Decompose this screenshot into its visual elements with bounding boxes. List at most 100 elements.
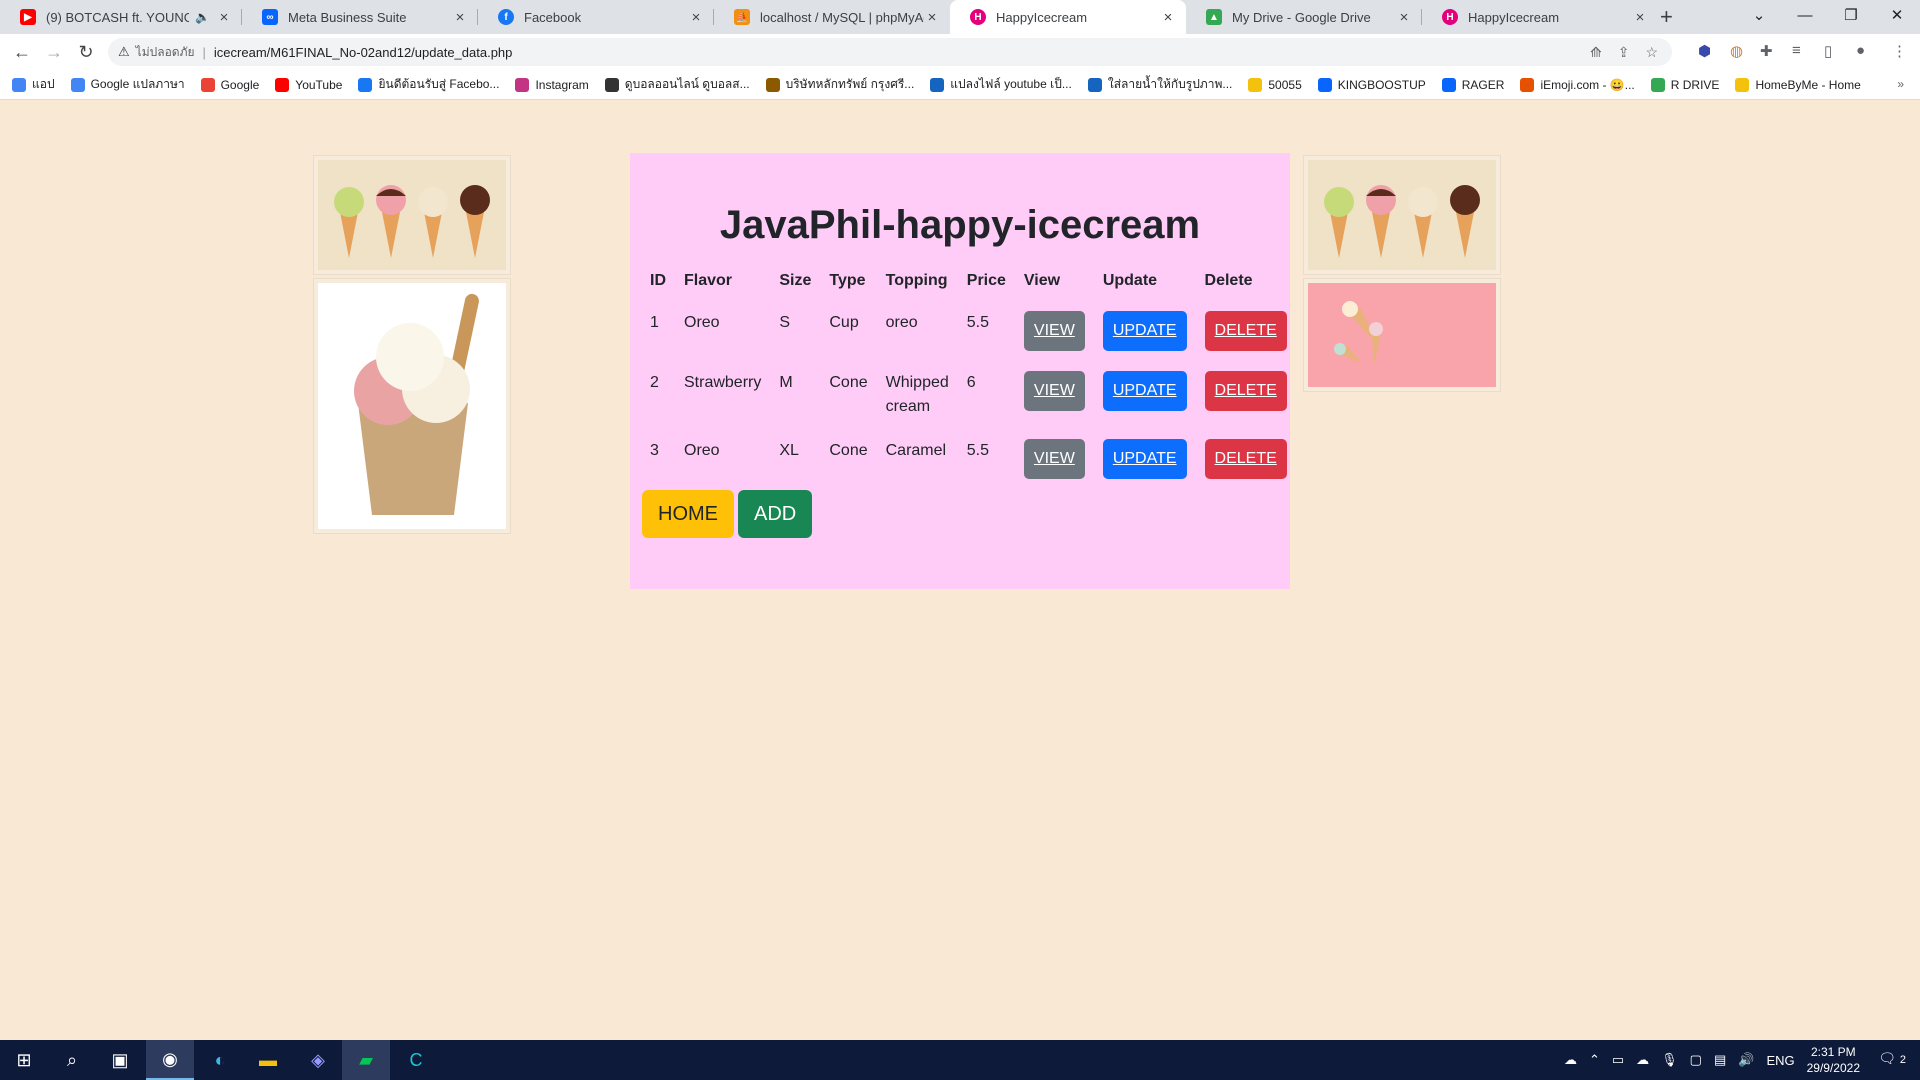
cell-view: VIEW xyxy=(1014,429,1093,489)
line-icon[interactable]: ▰ xyxy=(342,1040,390,1080)
restore-button[interactable]: ❐ xyxy=(1828,0,1874,30)
delete-button[interactable]: DELETE xyxy=(1204,439,1287,479)
close-window-button[interactable]: ✕ xyxy=(1874,0,1920,30)
chevron-up-icon[interactable]: ⌃ xyxy=(1589,1052,1600,1068)
file-explorer-icon[interactable]: ▬ xyxy=(244,1040,292,1080)
windows-start-icon[interactable]: ⊞ xyxy=(0,1040,48,1080)
network-icon[interactable]: ▤ xyxy=(1714,1052,1726,1068)
tab-google-drive[interactable]: ▲ My Drive - Google Drive × xyxy=(1186,0,1422,34)
edge-icon[interactable]: ◐ xyxy=(196,1040,244,1080)
avatar[interactable]: ● xyxy=(1856,42,1865,59)
volume-icon[interactable]: 🔊 xyxy=(1738,1052,1754,1068)
update-button[interactable]: UPDATE xyxy=(1102,311,1187,351)
column-header-topping: Topping xyxy=(885,272,948,289)
tab-youtube[interactable]: ▶ (9) BOTCASH ft. YOUNGOHM 🔈 × xyxy=(0,0,242,34)
tab-facebook[interactable]: f Facebook × xyxy=(478,0,714,34)
bookmark-item[interactable]: แอป xyxy=(12,75,55,94)
add-button[interactable]: ADD xyxy=(738,490,813,538)
delete-button[interactable]: DELETE xyxy=(1204,311,1287,351)
tab-happyicecream[interactable]: H HappyIcecream × xyxy=(1422,0,1658,34)
pink-cones-image xyxy=(1303,278,1501,392)
clock[interactable]: 2:31 PM 29/9/2022 xyxy=(1807,1044,1860,1076)
bookmark-item[interactable]: ดูบอลออนไลน์ ดูบอลส... xyxy=(604,75,750,94)
view-button[interactable]: VIEW xyxy=(1023,311,1085,351)
bookmark-item[interactable]: R DRIVE xyxy=(1650,77,1719,92)
bookmark-item[interactable]: แปลงไฟล์ youtube เป็... xyxy=(930,75,1072,94)
close-icon[interactable]: × xyxy=(1632,9,1648,26)
extension-icon[interactable]: ◍ xyxy=(1730,42,1743,60)
star-icon[interactable]: ☆ xyxy=(1645,44,1658,61)
discord-icon[interactable]: ◈ xyxy=(294,1040,342,1080)
view-button[interactable]: VIEW xyxy=(1023,371,1085,411)
translate-icon[interactable]: ⟰ xyxy=(1590,44,1602,61)
new-tab-button[interactable]: + xyxy=(1660,4,1673,30)
menu-icon[interactable]: ⋮ xyxy=(1892,42,1907,60)
bookmark-label: iEmoji.com - 😀... xyxy=(1540,77,1635,92)
close-icon[interactable]: × xyxy=(688,9,704,26)
icecream-cup-illustration xyxy=(318,283,506,529)
bookmark-item[interactable]: Google xyxy=(200,77,259,92)
bookmark-favicon-icon xyxy=(1248,77,1263,92)
task-view-icon[interactable]: ▣ xyxy=(96,1040,144,1080)
address-bar[interactable]: ⚠ ไม่ปลอดภัย | icecream/M61FINAL_No-02an… xyxy=(108,38,1672,66)
extension-icon[interactable]: ⬢ xyxy=(1698,42,1711,60)
bookmark-item[interactable]: Google แปลภาษา xyxy=(70,75,185,94)
bookmark-item[interactable]: YouTube xyxy=(275,77,342,92)
close-icon[interactable]: × xyxy=(216,9,232,26)
close-icon[interactable]: × xyxy=(452,9,468,26)
update-button[interactable]: UPDATE xyxy=(1102,439,1187,479)
close-icon[interactable]: × xyxy=(1396,9,1412,26)
bookmark-item[interactable]: iEmoji.com - 😀... xyxy=(1520,77,1635,92)
reload-button[interactable]: ↻ xyxy=(74,40,98,64)
notification-button[interactable]: 🗨 2 xyxy=(1878,1050,1906,1067)
bookmark-item[interactable]: 50055 xyxy=(1248,77,1302,92)
close-icon[interactable]: × xyxy=(1160,9,1176,26)
puzzle-icon[interactable]: ✚ xyxy=(1760,42,1773,60)
url-text[interactable]: icecream/M61FINAL_No-02and12/update_data… xyxy=(214,45,512,60)
search-icon[interactable]: ⌕ xyxy=(48,1040,96,1080)
share-icon[interactable]: ⇪ xyxy=(1618,44,1630,61)
bookmark-item[interactable]: บริษัทหลักทรัพย์ กรุงศรี... xyxy=(765,75,914,94)
pink-cones-illustration xyxy=(1308,283,1496,387)
onedrive-icon[interactable]: ☁ xyxy=(1636,1052,1649,1068)
back-button[interactable]: ← xyxy=(10,40,34,64)
bookmark-item[interactable]: Instagram xyxy=(515,77,589,92)
close-icon[interactable]: × xyxy=(924,9,940,26)
media-icon[interactable]: ≡ xyxy=(1792,42,1801,59)
tab-meta-business[interactable]: ∞ Meta Business Suite × xyxy=(242,0,478,34)
tab-phpmyadmin[interactable]: ⛵ localhost / MySQL | phpMyAdm × xyxy=(714,0,950,34)
chrome-icon[interactable]: ◉ xyxy=(146,1040,194,1080)
update-button[interactable]: UPDATE xyxy=(1102,371,1187,411)
table-row: 3 Oreo XL Cone Caramel 5.5 VIEW UPDATE D… xyxy=(640,429,1295,489)
delete-button[interactable]: DELETE xyxy=(1204,371,1287,411)
meet-icon[interactable]: ▭ xyxy=(1612,1052,1624,1068)
language-indicator[interactable]: ENG xyxy=(1766,1053,1794,1068)
speaker-icon[interactable]: 🔈 xyxy=(195,10,210,24)
bookmark-item[interactable]: ยินดีต้อนรับสู่ Facebo... xyxy=(358,75,499,94)
bookmark-item[interactable]: ใส่ลายน้ำให้กับรูปภาพ... xyxy=(1087,75,1232,94)
warning-icon[interactable]: ⚠ xyxy=(118,44,130,60)
column-header-type: Type xyxy=(829,272,866,289)
view-button[interactable]: VIEW xyxy=(1023,439,1085,479)
security-label[interactable]: ไม่ปลอดภัย xyxy=(136,43,195,62)
bookmark-favicon-icon xyxy=(765,77,780,92)
bookmark-item[interactable]: HomeByMe - Home xyxy=(1735,77,1861,92)
clock-date: 29/9/2022 xyxy=(1806,1061,1860,1075)
microphone-icon[interactable]: 🎙 xyxy=(1661,1052,1678,1068)
bookmark-favicon-icon xyxy=(930,77,945,92)
bookmarks-overflow-icon[interactable]: » xyxy=(1897,77,1904,91)
sidepanel-icon[interactable]: ▯ xyxy=(1824,42,1832,60)
bookmark-item[interactable]: RAGER xyxy=(1441,77,1504,92)
home-button[interactable]: HOME xyxy=(642,490,734,538)
tab-search-button[interactable]: ⌄ xyxy=(1736,0,1782,30)
column-header-price: Price xyxy=(966,272,1006,289)
bookmark-item[interactable]: KINGBOOSTUP xyxy=(1317,77,1426,92)
tab-happyicecream-active[interactable]: H HappyIcecream × xyxy=(950,0,1186,34)
minimize-button[interactable]: — xyxy=(1782,0,1828,30)
weather-icon[interactable]: ☁ xyxy=(1564,1052,1577,1068)
bookmark-label: Instagram xyxy=(535,77,589,92)
display-icon[interactable]: ▢ xyxy=(1690,1052,1702,1068)
bookmark-label: 50055 xyxy=(1268,77,1302,92)
canva-icon[interactable]: C xyxy=(392,1040,440,1080)
forward-button[interactable]: → xyxy=(42,40,66,64)
